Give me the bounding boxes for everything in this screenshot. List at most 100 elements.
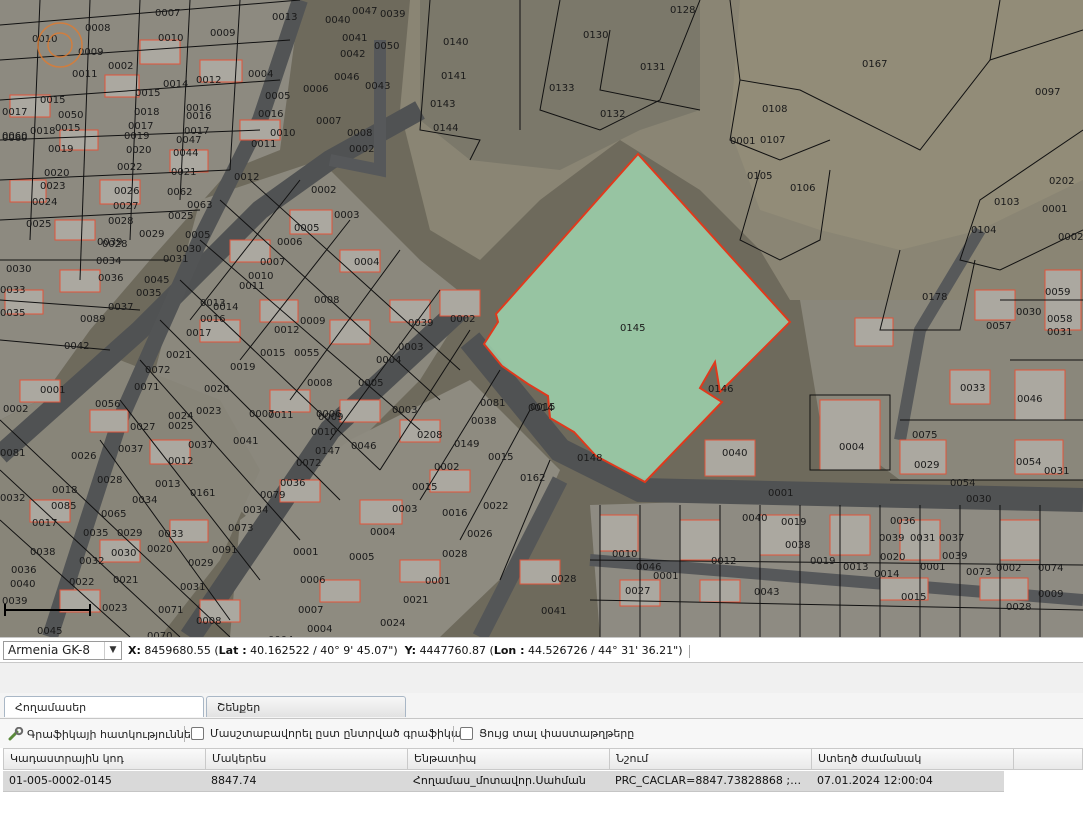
parcel-number-label: 0039: [97, 237, 122, 248]
parcel-number-label: 0001: [768, 488, 793, 499]
column-header[interactable]: Մակերես: [206, 749, 408, 769]
parcel-number-label: 0046: [351, 441, 376, 452]
y-label: Y:: [404, 644, 417, 657]
parcel-number-label: 0012: [168, 456, 193, 467]
column-header[interactable]: Նշում: [610, 749, 812, 769]
parcel-number-label: 0009: [318, 412, 343, 423]
parcel-number-label: 0040: [325, 15, 350, 26]
cell-area: 8847.74: [211, 774, 257, 787]
parcel-number-label: 0012: [711, 556, 736, 567]
parcel-number-label: 0003: [392, 405, 417, 416]
parcel-number-label: 0130: [583, 30, 608, 41]
parcel-number-label: 0162: [520, 473, 545, 484]
parcel-number-label: 0056: [95, 399, 120, 410]
parcel-number-label: 0074: [1038, 563, 1063, 574]
parcel-number-label: 0055: [294, 348, 319, 359]
parcel-number-label: 0035: [83, 528, 108, 539]
parcel-number-label: 0005: [185, 230, 210, 241]
zoom-to-selected-toggle[interactable]: Մասշտաբավորել ըստ ընտրված գրաֆիկայի: [191, 727, 472, 740]
parcel-number-label: 0002: [996, 563, 1021, 574]
checkbox[interactable]: [460, 727, 473, 740]
parcel-number-label: 0006: [300, 575, 325, 586]
column-header[interactable]: Ստեղծ ժամանակ: [812, 749, 1014, 769]
parcel-number-label: 0023: [196, 406, 221, 417]
divider: [453, 726, 454, 742]
parcel-number-label: 0023: [102, 603, 127, 614]
parcel-number-label: 0004: [248, 69, 273, 80]
parcel-number-label: 0037: [108, 302, 133, 313]
parcel-number-label: 0030: [966, 494, 991, 505]
show-documents-toggle[interactable]: Ցույց տալ փաստաթղթերը: [460, 727, 634, 740]
parcel-number-label: 0005: [358, 378, 383, 389]
parcel-number-label: 0046: [334, 72, 359, 83]
column-header[interactable]: Ենթատիպ: [408, 749, 610, 769]
parcel-number-label: 0149: [454, 439, 479, 450]
parcel-number-label: 0038: [785, 540, 810, 551]
column-header[interactable]: Կադաստրային կոդ: [4, 749, 206, 769]
parcel-number-label: 0037: [939, 533, 964, 544]
parcel-number-label: 0005: [349, 552, 374, 563]
parcel-number-label: 0044: [173, 148, 198, 159]
parcel-number-label: 0014: [528, 403, 553, 414]
parcel-number-label: 0032: [79, 556, 104, 567]
lon-value: 44.526726 / 44° 31' 36.21": [527, 644, 679, 657]
graphic-properties-button[interactable]: Գրաֆիկայի հատկություններ: [8, 727, 198, 741]
parcel-number-label: 0050: [374, 41, 399, 52]
table-row[interactable]: 01-005-0002-0145 8847.74 Հողամաս_մոտավոր…: [3, 771, 1004, 792]
parcel-number-label: 0073: [966, 567, 991, 578]
parcel-number-label: 0054: [950, 478, 975, 489]
parcel-number-label: 0039: [408, 318, 433, 329]
parcel-number-label: 0128: [670, 5, 695, 16]
parcel-number-label: 0063: [187, 200, 212, 211]
parcel-number-label: 0034: [132, 495, 157, 506]
parcel-number-label: 0202: [1049, 176, 1074, 187]
parcel-number-label: 0062: [167, 187, 192, 198]
parcel-number-label: 0003: [334, 210, 359, 221]
parcel-number-label: 0018: [52, 485, 77, 496]
map-view[interactable]: 0010 0008 0007 0013 0040 0047 0039 0128 0009 0010…: [0, 0, 1083, 637]
parcel-number-label: 0103: [994, 197, 1019, 208]
parcel-number-label: 0073: [228, 523, 253, 534]
parcel-number-label: 0007: [155, 8, 180, 19]
parcel-number-label: 0011: [268, 410, 293, 421]
parcel-number-label: 0036: [98, 273, 123, 284]
tab-parcels[interactable]: Հողամասեր: [4, 696, 204, 717]
parcel-number-label: 0031: [1044, 466, 1069, 477]
parcel-number-label: 0025: [26, 219, 51, 230]
parcel-number-label: 0004: [839, 442, 864, 453]
map-canvas[interactable]: 001000080007 0013 00400047 0039 012800090010…: [0, 0, 1083, 637]
parcel-number-label: 0034: [243, 505, 268, 516]
tab-buildings[interactable]: Շենքեր: [206, 696, 406, 717]
parcel-number-label: 0001: [1042, 204, 1067, 215]
parcel-number-label: 0014: [874, 569, 899, 580]
parcel-number-label: 0133: [549, 83, 574, 94]
x-label: X:: [128, 644, 141, 657]
parcel-number-label: 0001: [40, 385, 65, 396]
parcel-number-label: 0008: [196, 616, 221, 627]
parcel-number-label: 0021: [171, 167, 196, 178]
parcel-number-label: 0145: [620, 323, 645, 334]
parcel-number-label: 0003: [392, 504, 417, 515]
checkbox[interactable]: [191, 727, 204, 740]
parcel-number-label: 0011: [239, 281, 264, 292]
parcel-number-label: 0026: [114, 186, 139, 197]
crs-select[interactable]: Armenia GK-8 ▼: [3, 641, 122, 660]
parcel-number-label: 0036: [890, 516, 915, 527]
parcel-number-label: 0022: [69, 577, 94, 588]
parcel-number-label: 0007: [316, 116, 341, 127]
parcel-number-label: 0091: [212, 545, 237, 556]
parcel-number-label: 0025: [168, 211, 193, 222]
parcel-number-label: 0016: [258, 109, 283, 120]
parcel-number-label: 0040: [10, 579, 35, 590]
parcel-number-label: 0029: [914, 460, 939, 471]
parcel-number-label: 0034: [96, 256, 121, 267]
parcel-number-label: 0026: [467, 529, 492, 540]
parcel-number-label: 0031: [163, 254, 188, 265]
parcel-number-label: 0001: [293, 547, 318, 558]
chevron-down-icon[interactable]: ▼: [104, 642, 121, 659]
parcel-number-label: 0032: [0, 493, 25, 504]
parcel-number-label: 0024: [32, 197, 57, 208]
divider: [689, 644, 691, 658]
parcel-number-label: 0026: [71, 451, 96, 462]
parcel-number-label: 0004: [376, 355, 401, 366]
